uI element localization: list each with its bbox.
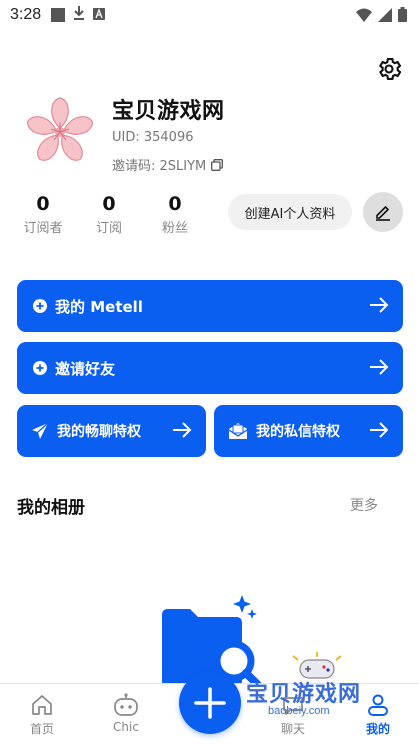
envelope-icon (228, 422, 248, 440)
tab-mine[interactable]: 我的 (343, 684, 413, 744)
battery-icon (398, 7, 407, 22)
stat-value: 0 (168, 193, 182, 215)
copy-icon[interactable] (211, 158, 224, 171)
status-icons (356, 7, 407, 22)
tab-chat[interactable]: 聊天 (258, 684, 328, 744)
album-more-link[interactable]: 更多 (350, 495, 378, 515)
robot-icon (113, 692, 139, 718)
arrow-right-icon (369, 420, 389, 444)
home-icon (30, 692, 54, 718)
send-plane-icon (31, 422, 49, 440)
stat-subscribers[interactable]: 0 订阅者 (10, 192, 76, 236)
arrow-right-icon (172, 420, 192, 444)
card-label: 我的 Metell (55, 297, 143, 316)
invite-friends-card[interactable]: 邀请好友 (17, 342, 403, 394)
tab-chic[interactable]: Chic (91, 684, 161, 744)
tab-label: 聊天 (280, 722, 305, 736)
arrow-right-icon (369, 357, 389, 381)
album-title: 我的相册 (17, 498, 85, 518)
gamepad-logo-icon (290, 652, 344, 686)
notification-icon (51, 8, 66, 22)
tab-home[interactable]: 首页 (7, 684, 77, 744)
chat-privilege-card[interactable]: 我的畅聊特权 (17, 405, 206, 457)
stats-row: 0 订阅者 0 订阅 0 粉丝 (10, 192, 208, 236)
stat-value: 0 (36, 193, 50, 215)
stat-fans[interactable]: 0 粉丝 (142, 192, 208, 236)
message-privilege-card[interactable]: 我的私信特权 (214, 405, 403, 457)
card-label: 邀请好友 (55, 359, 116, 378)
invite-code-row[interactable]: 邀请码: 2SLIYM (112, 155, 224, 174)
download-icon (73, 6, 85, 24)
card-label: 我的畅聊特权 (57, 424, 141, 440)
stat-label: 粉丝 (161, 221, 188, 236)
tab-label: 首页 (29, 722, 54, 736)
stat-label: 订阅者 (23, 221, 63, 236)
app-badge-icon (93, 6, 106, 24)
profile-name: 宝贝游戏网 (112, 99, 225, 124)
plus-circle-icon (33, 299, 47, 313)
create-post-button[interactable] (179, 672, 241, 734)
status-time: 3:28 (10, 6, 42, 23)
pencil-icon (376, 206, 390, 221)
chat-icon (281, 692, 305, 718)
plus-circle-icon (33, 361, 47, 375)
cherry-blossom-icon (27, 97, 93, 161)
profile-uid: UID: 354096 (112, 130, 194, 145)
stat-value: 0 (102, 193, 116, 215)
tab-label: Chic (113, 720, 139, 734)
arrow-right-icon (369, 295, 389, 319)
card-label: 我的私信特权 (256, 424, 340, 440)
stat-subscriptions[interactable]: 0 订阅 (76, 192, 142, 236)
invite-code: 邀请码: 2SLIYM (112, 159, 207, 174)
status-bar: 3:28 (0, 0, 419, 30)
create-ai-profile-button[interactable]: 创建AI个人资料 (228, 194, 352, 230)
tab-label: 我的 (365, 722, 390, 736)
my-metell-card[interactable]: 我的 Metell (17, 280, 403, 332)
plus-icon (194, 687, 226, 719)
wifi-icon (356, 8, 372, 22)
user-icon (366, 692, 390, 718)
avatar[interactable] (22, 94, 98, 170)
settings-gear-icon[interactable] (375, 55, 403, 83)
stat-label: 订阅 (95, 221, 122, 236)
edit-profile-button[interactable] (363, 192, 403, 232)
signal-icon (378, 7, 392, 22)
